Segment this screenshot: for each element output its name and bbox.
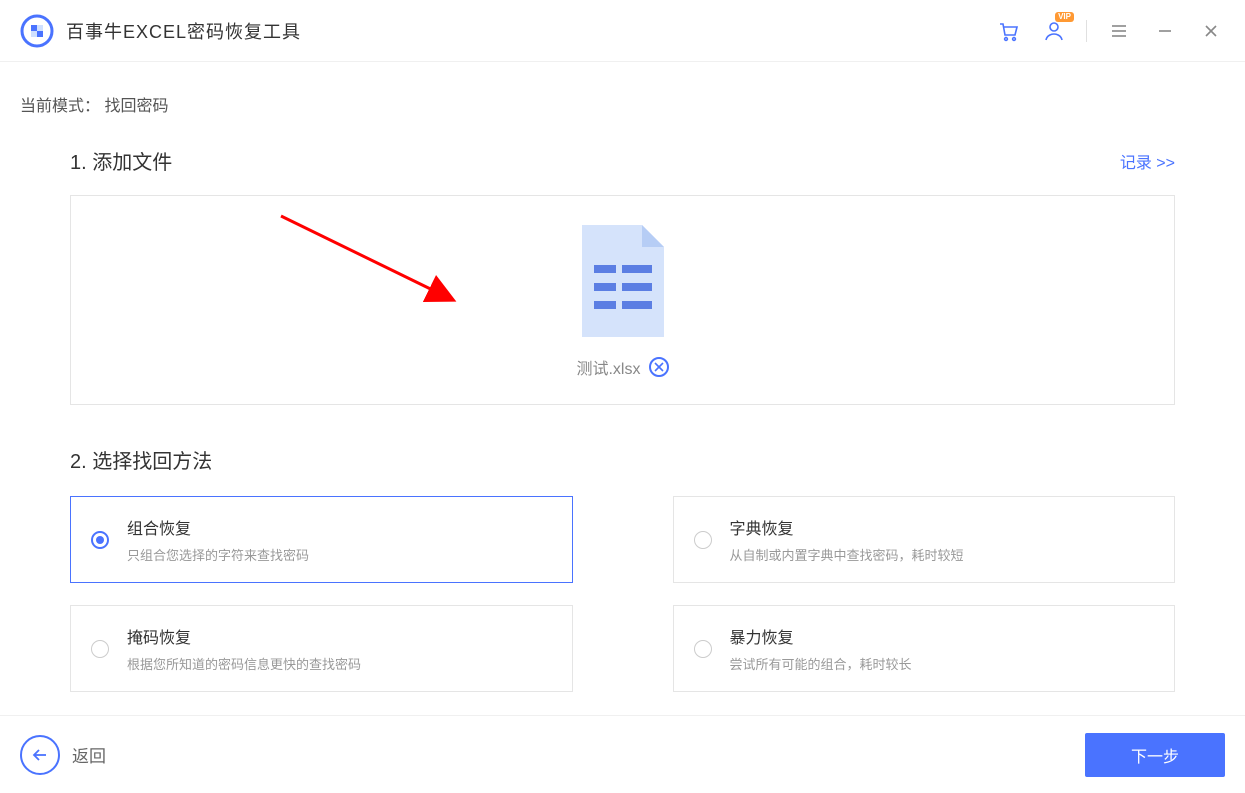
file-drop-box[interactable]: 测试.xlsx <box>70 195 1175 405</box>
user-icon[interactable]: VIP <box>1040 17 1068 45</box>
section-1-header: 1. 添加文件 记录 >> <box>70 146 1175 175</box>
method-card-mask[interactable]: 掩码恢复 根据您所知道的密码信息更快的查找密码 <box>70 605 573 692</box>
radio-icon <box>694 640 712 658</box>
method-title: 组合恢复 <box>127 515 552 539</box>
back-arrow-icon <box>20 735 60 775</box>
method-texts: 掩码恢复 根据您所知道的密码信息更快的查找密码 <box>127 624 552 673</box>
method-desc: 尝试所有可能的组合，耗时较长 <box>730 654 1155 673</box>
method-title: 暴力恢复 <box>730 624 1155 648</box>
mode-row: 当前模式： 找回密码 <box>0 62 1245 116</box>
footer: 返回 下一步 <box>0 715 1245 793</box>
vip-badge: VIP <box>1055 12 1074 22</box>
method-texts: 字典恢复 从自制或内置字典中查找密码，耗时较短 <box>730 515 1155 564</box>
method-card-bruteforce[interactable]: 暴力恢复 尝试所有可能的组合，耗时较长 <box>673 605 1176 692</box>
mode-value: 找回密码 <box>104 98 168 115</box>
filename-row: 测试.xlsx <box>576 355 668 379</box>
remove-file-icon[interactable] <box>649 357 669 377</box>
minimize-icon[interactable] <box>1151 17 1179 45</box>
titlebar-left: 百事牛EXCEL密码恢复工具 <box>20 14 301 48</box>
filename: 测试.xlsx <box>576 355 640 379</box>
file-icon <box>576 221 670 341</box>
radio-icon <box>694 531 712 549</box>
method-texts: 暴力恢复 尝试所有可能的组合，耗时较长 <box>730 624 1155 673</box>
section-2-heading: 2. 选择找回方法 <box>70 445 212 474</box>
radio-icon <box>91 640 109 658</box>
back-button[interactable]: 返回 <box>20 735 106 775</box>
radio-icon <box>91 531 109 549</box>
back-label: 返回 <box>72 742 106 767</box>
annotation-arrow-icon <box>276 211 466 311</box>
method-card-dictionary[interactable]: 字典恢复 从自制或内置字典中查找密码，耗时较短 <box>673 496 1176 583</box>
titlebar: 百事牛EXCEL密码恢复工具 VIP <box>0 0 1245 62</box>
method-grid: 组合恢复 只组合您选择的字符来查找密码 字典恢复 从自制或内置字典中查找密码，耗… <box>70 496 1175 692</box>
records-link[interactable]: 记录 >> <box>1120 149 1175 173</box>
app-logo-icon <box>20 14 54 48</box>
next-button[interactable]: 下一步 <box>1085 733 1225 777</box>
menu-icon[interactable] <box>1105 17 1133 45</box>
close-icon[interactable] <box>1197 17 1225 45</box>
method-card-combination[interactable]: 组合恢复 只组合您选择的字符来查找密码 <box>70 496 573 583</box>
section-1-heading: 1. 添加文件 <box>70 146 172 175</box>
mode-label: 当前模式： <box>20 98 100 115</box>
method-desc: 从自制或内置字典中查找密码，耗时较短 <box>730 545 1155 564</box>
method-title: 掩码恢复 <box>127 624 552 648</box>
app-title: 百事牛EXCEL密码恢复工具 <box>66 18 301 44</box>
method-texts: 组合恢复 只组合您选择的字符来查找密码 <box>127 515 552 564</box>
titlebar-right: VIP <box>994 17 1225 45</box>
method-title: 字典恢复 <box>730 515 1155 539</box>
content: 1. 添加文件 记录 >> 测试.xlsx <box>0 116 1245 692</box>
section-2-header: 2. 选择找回方法 <box>70 445 1175 474</box>
cart-icon[interactable] <box>994 17 1022 45</box>
divider <box>1086 20 1087 42</box>
method-desc: 只组合您选择的字符来查找密码 <box>127 545 552 564</box>
method-desc: 根据您所知道的密码信息更快的查找密码 <box>127 654 552 673</box>
